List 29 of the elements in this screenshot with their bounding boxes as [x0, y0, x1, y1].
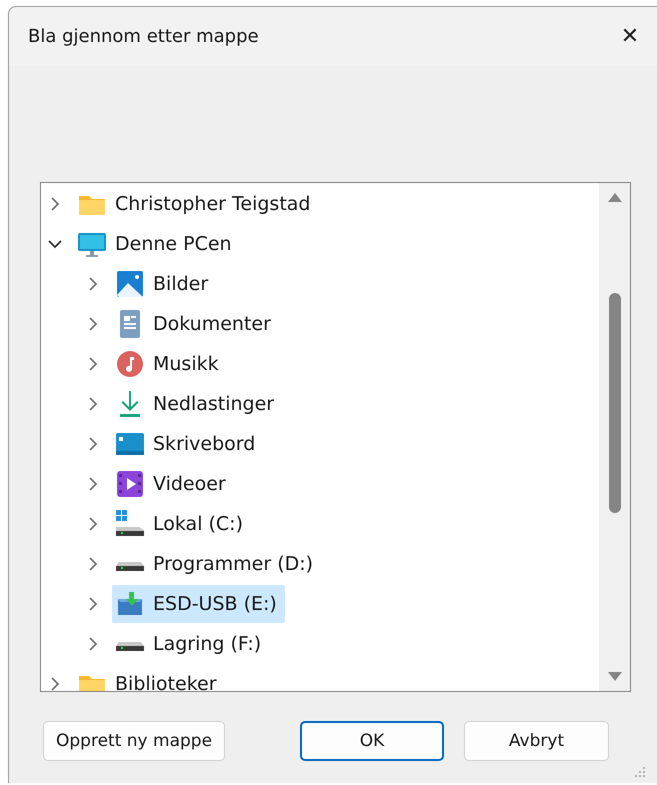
tree-item[interactable]: Biblioteker [74, 665, 225, 691]
tree-item[interactable]: Bilder [112, 265, 216, 303]
tree-item[interactable]: Programmer (D:) [112, 545, 322, 583]
picture-icon [115, 269, 145, 299]
window-title: Bla gjennom etter mappe [28, 26, 260, 47]
scroll-down-icon[interactable] [606, 671, 622, 683]
tree-item[interactable]: Videoer [112, 465, 234, 503]
resize-grip-icon[interactable] [635, 767, 645, 777]
tree-item[interactable]: Skrivebord [112, 425, 264, 463]
music-icon [115, 349, 145, 379]
drive-icon [115, 560, 145, 572]
scrollbar-thumb[interactable] [609, 293, 621, 513]
film-icon [115, 469, 145, 499]
ok-button[interactable]: OK [300, 721, 444, 761]
drive-icon [115, 640, 145, 652]
tree-item[interactable]: Nedlastinger [112, 385, 282, 423]
tree-item[interactable]: Christopher Teigstad [74, 185, 318, 223]
close-button[interactable]: ✕ [607, 16, 653, 56]
dialog-button[interactable]: Opprett ny mappe [43, 721, 226, 761]
tree-item[interactable]: Denne PCen [74, 225, 240, 263]
tree-item[interactable]: Dokumenter [112, 305, 279, 343]
dialog-button[interactable]: Avbryt [464, 721, 610, 761]
scroll-up-icon[interactable] [606, 191, 622, 203]
scrollbar[interactable] [599, 183, 630, 691]
tree-item[interactable]: ESD-USB (E:) [112, 585, 285, 623]
drive-icon [115, 509, 145, 539]
tree-item[interactable]: Musikk [112, 345, 227, 383]
tree-item[interactable]: Lokal (C:) [112, 505, 251, 543]
tree-item[interactable]: Lagring (F:) [112, 625, 270, 663]
